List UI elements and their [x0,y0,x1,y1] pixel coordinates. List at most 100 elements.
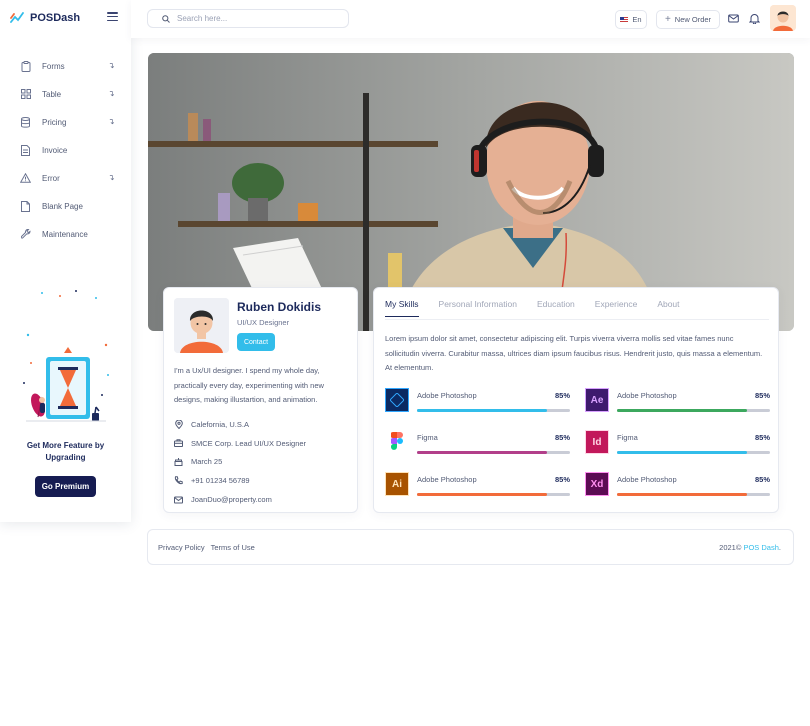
clipboard-icon [20,60,31,72]
menu-toggle-icon[interactable] [107,12,118,22]
detail-location: Calefornia, U.S.A [174,415,306,434]
user-avatar[interactable] [770,5,796,31]
skill-name: Adobe Photoshop [617,475,677,484]
footer: Privacy Policy Terms of Use 2021© POS Da… [147,529,794,565]
topbar: En + New Order [131,0,810,38]
skill-progress-fill [617,451,748,454]
brand[interactable]: POSDash [10,10,80,26]
detail-email: JoanDuo@property.com [174,490,306,509]
after-effects-logo-icon: Ae [585,388,609,412]
profile-role: UI/UX Designer [237,318,290,327]
skill-percent: 85% [554,391,570,400]
sidebar-item-table[interactable]: Table ↴ [0,80,131,108]
grid-icon [20,89,31,100]
search-box[interactable] [147,9,349,28]
contact-button[interactable]: Contact [237,333,275,351]
search-input[interactable] [177,14,337,23]
detail-phone: +91 01234 56789 [174,471,306,490]
profile-bio: I'm a Ux/UI designer. I spend my whole d… [174,366,324,404]
skills-description: Lorem ipsum dolor sit amet, consectetur … [385,334,763,372]
language-label: En [632,15,642,24]
expand-arrow-icon: ↴ [108,173,115,182]
detail-text: +91 01234 56789 [191,476,250,486]
new-order-label: New Order [674,15,712,24]
copyright: 2021© POS Dash. [719,543,781,552]
skill-name: Figma [417,433,438,442]
detail-birthday: March 25 [174,453,306,472]
sidebar-item-label: Table [42,89,62,99]
tab-personal-information[interactable]: Personal Information [439,299,517,317]
briefcase-icon [174,439,183,448]
skill-percent: 85% [554,433,570,442]
tab-experience[interactable]: Experience [595,299,638,317]
skill-name: Figma [617,433,638,442]
footer-brand-suffix: . [778,543,781,552]
expand-arrow-icon: ↴ [108,89,115,98]
search-icon [162,14,170,23]
xd-logo-icon: Xd [585,472,609,496]
tab-my-skills[interactable]: My Skills [385,299,419,317]
sidebar-item-label: Invoice [42,145,68,155]
tab-education[interactable]: Education [537,299,575,317]
privacy-policy-link[interactable]: Privacy Policy [158,543,205,552]
terms-of-use-link[interactable]: Terms of Use [211,543,255,552]
footer-links: Privacy Policy Terms of Use [158,543,259,552]
skill-progress-bar [617,493,770,496]
go-premium-button[interactable]: Go Premium [34,476,97,497]
skill-item: Ai Adobe Photoshop 85% [385,472,570,502]
language-selector[interactable]: En [615,10,647,29]
sidebar-item-label: Forms [42,61,65,71]
sidebar-item-label: Pricing [42,117,67,127]
mail-icon [174,495,183,504]
sidebar-item-invoice[interactable]: Invoice [0,136,131,164]
detail-text: Calefornia, U.S.A [191,419,249,429]
sidebar-item-blank-page[interactable]: Blank Page [0,192,131,220]
file-icon [20,144,31,156]
sidebar-item-pricing[interactable]: Pricing ↴ [0,108,131,136]
detail-company: SMCE Corp. Lead UI/UX Designer [174,434,306,453]
location-icon [174,419,183,429]
sidebar-item-label: Maintenance [42,229,88,239]
tab-about[interactable]: About [657,299,679,317]
indesign-logo-icon: Id [585,430,609,454]
sidebar-item-label: Error [42,173,60,183]
footer-brand-link[interactable]: POS Dash [743,543,778,552]
sidebar-item-error[interactable]: Error ↴ [0,164,131,192]
new-order-button[interactable]: + New Order [656,10,720,29]
us-flag-icon [620,17,629,22]
wrench-icon [20,229,31,240]
calendar-icon [174,457,183,467]
database-icon [20,116,31,128]
skill-progress-bar [417,409,570,412]
page-icon [20,200,31,212]
skill-item: Id Figma 85% [585,430,770,460]
sidebar-item-forms[interactable]: Forms ↴ [0,52,131,80]
upgrade-text: Get More Feature by Upgrading [26,441,105,462]
phone-icon [174,476,183,485]
sidebar-item-maintenance[interactable]: Maintenance [0,220,131,248]
detail-text: JoanDuo@property.com [191,495,272,505]
bell-icon[interactable] [749,13,760,24]
skill-item: Xd Adobe Photoshop 85% [585,472,770,502]
skill-name: Adobe Photoshop [617,391,677,400]
upgrade-promo: Get More Feature by Upgrading Go Premium [0,285,131,497]
expand-arrow-icon: ↴ [108,117,115,126]
copyright-year: 2021© [719,543,742,552]
mail-icon[interactable] [728,13,739,24]
sidebar: POSDash Forms ↴ Table ↴ Pricing ↴ Invoic… [0,0,131,522]
skill-name: Adobe Photoshop [417,391,477,400]
detail-text: SMCE Corp. Lead UI/UX Designer [191,438,307,448]
profile-tabs: My Skills Personal Information Education… [385,299,700,317]
skill-name: Adobe Photoshop [417,475,477,484]
skill-progress-bar [617,409,770,412]
sidebar-item-label: Blank Page [42,201,83,211]
skill-percent: 85% [754,475,770,484]
skill-progress-fill [417,451,548,454]
photoshop-logo-icon [385,388,409,412]
skill-item: Adobe Photoshop 85% [385,388,570,418]
brand-logo-icon [10,12,24,23]
skill-progress-fill [617,493,748,496]
skill-item: Ae Adobe Photoshop 85% [585,388,770,418]
skill-percent: 85% [754,391,770,400]
figma-logo-icon [385,430,409,454]
